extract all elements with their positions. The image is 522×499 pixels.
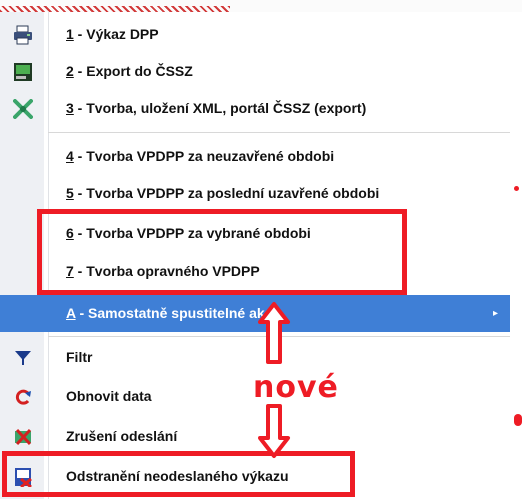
menu-item-label: 2 - Export do ČSSZ xyxy=(66,63,193,79)
menu-item-tvorba-xml[interactable]: 3 - Tvorba, uložení XML, portál ČSSZ (ex… xyxy=(0,90,510,127)
printer-icon xyxy=(13,25,33,45)
submenu-arrow-icon: ▸ xyxy=(492,308,498,319)
menu-item-label: 4 - Tvorba VPDPP za neuzavřené obdobi xyxy=(66,148,335,164)
top-strip xyxy=(0,0,522,12)
cancel-send-icon xyxy=(13,427,33,447)
annotation-frame-new-item-bottom xyxy=(2,451,355,497)
menu-item-label: Zrušení odeslání xyxy=(66,428,178,444)
annotation-label: nové xyxy=(253,370,339,405)
refresh-icon xyxy=(13,387,33,407)
menu-item-label: A - Samostatně spustitelné akce xyxy=(66,305,281,321)
annotation-mark xyxy=(514,414,522,426)
menu-separator xyxy=(48,132,510,133)
annotation-mark xyxy=(514,186,519,191)
annotation-frame-new-items xyxy=(37,209,407,295)
menu-item-vpdpp-neuzavrene[interactable]: 4 - Tvorba VPDPP za neuzavřené obdobi xyxy=(0,138,510,175)
menu-item-label: Obnovit data xyxy=(66,388,152,404)
filter-icon xyxy=(13,348,33,368)
menu-item-label: 3 - Tvorba, uložení XML, portál ČSSZ (ex… xyxy=(66,100,367,116)
menu-item-export-cssz[interactable]: 2 - Export do ČSSZ xyxy=(0,53,510,90)
menu-item-label: 5 - Tvorba VPDPP za poslední uzavřené ob… xyxy=(66,185,380,201)
xml-icon xyxy=(13,99,33,119)
menu-item-label: Filtr xyxy=(66,349,93,365)
menu-item-vpdpp-posledni[interactable]: 5 - Tvorba VPDPP za poslední uzavřené ob… xyxy=(0,175,510,212)
arrow-down-icon xyxy=(258,404,290,458)
arrow-up-icon xyxy=(258,302,290,364)
terminal-icon xyxy=(13,62,33,82)
menu-item-label: 1 - Výkaz DPP xyxy=(66,26,159,42)
menu-item-vykaz-dpp[interactable]: 1 - Výkaz DPP xyxy=(0,16,510,53)
